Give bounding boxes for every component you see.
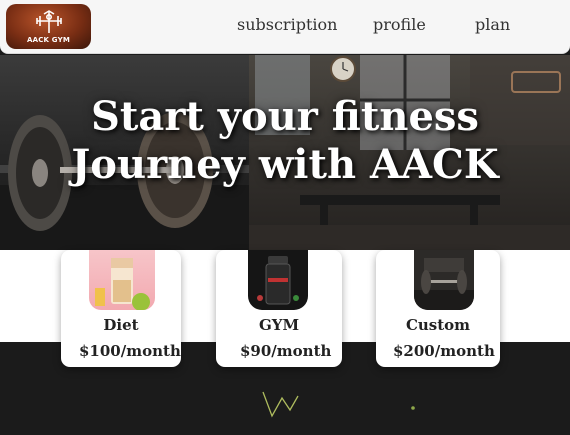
hero-title-line-2: Journey with AACK <box>71 141 499 188</box>
diet-shake-image <box>89 250 155 310</box>
dumbbell-logo-icon <box>36 10 62 33</box>
hero-title-line-1: Start your fitness <box>91 93 479 140</box>
logo-text: AACK GYM <box>26 36 71 44</box>
plan-name-custom: Custom <box>405 316 471 334</box>
hero-title: Start your fitness Journey with AACK <box>0 93 570 189</box>
gym-shaker-image <box>248 250 308 310</box>
neon-zigzag-icon <box>262 391 299 418</box>
nav-link-profile[interactable]: profile <box>373 15 426 34</box>
nav-link-subscription[interactable]: subscription <box>237 15 337 34</box>
custom-barbell-image <box>414 250 474 310</box>
gym-logo[interactable]: AACK GYM <box>6 4 91 49</box>
nav-link-plan[interactable]: plan <box>475 15 510 34</box>
bottom-decoration <box>262 391 415 418</box>
plan-name-gym: GYM <box>258 316 300 334</box>
top-nav: AACK GYM subscription profile plan <box>0 0 570 54</box>
plan-name-diet: Diet <box>103 316 139 334</box>
neon-dot-icon <box>411 406 415 410</box>
hero-banner: Start your fitness Journey with AACK <box>0 55 570 250</box>
